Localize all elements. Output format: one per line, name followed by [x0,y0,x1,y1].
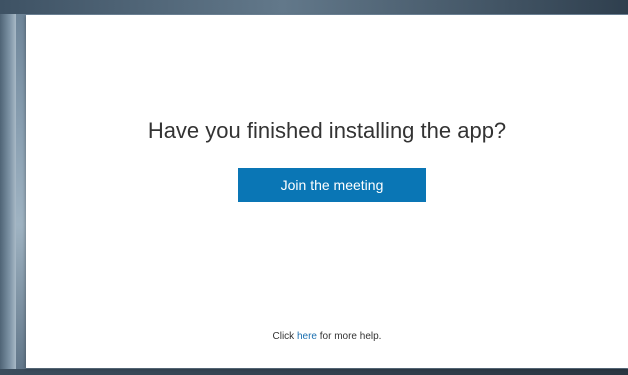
help-prefix: Click [272,331,297,342]
background-edge-bottom [0,369,628,375]
join-meeting-button[interactable]: Join the meeting [238,168,426,202]
background-edge-left [0,0,16,375]
help-text: Click here for more help. [26,331,628,342]
help-suffix: for more help. [316,331,382,342]
dialog-heading: Have you finished installing the app? [147,118,507,143]
background-edge-top [0,0,628,14]
install-check-dialog: Have you finished installing the app? Jo… [26,15,628,368]
help-link[interactable]: here [297,331,317,342]
